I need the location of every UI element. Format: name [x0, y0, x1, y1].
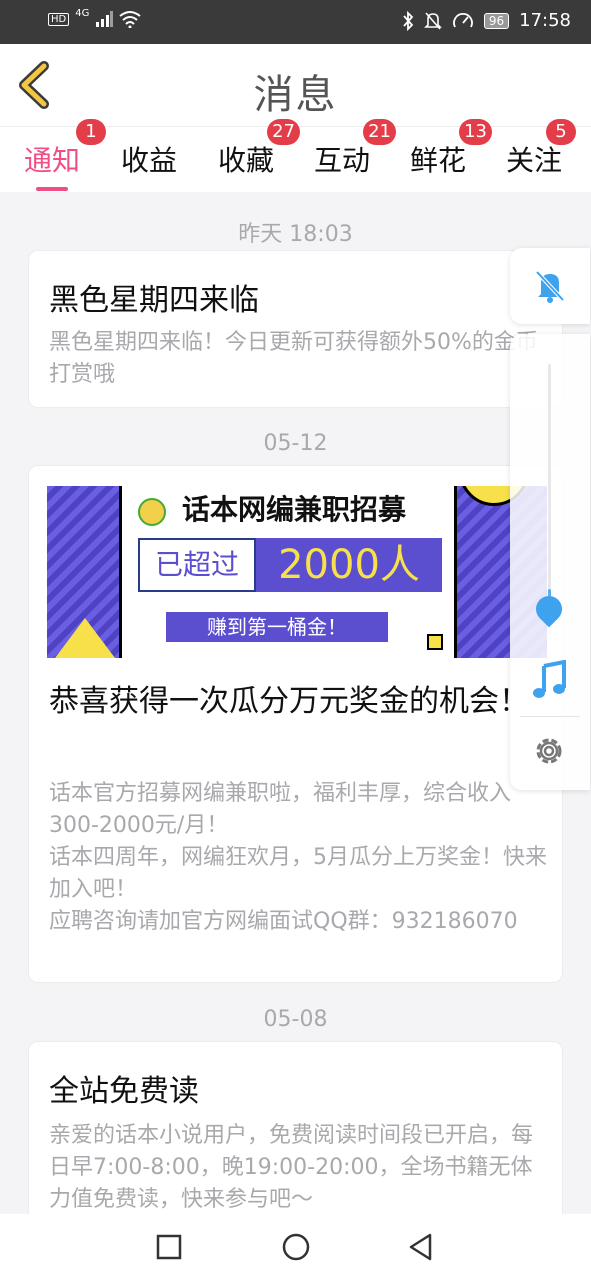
tab-interaction[interactable]: 互动 21 [314, 119, 397, 179]
status-left: HD 4G [48, 7, 141, 28]
status-bar: HD 4G 96 17:58 [0, 0, 591, 44]
banner-headline: 话本网编兼职招募 [182, 493, 407, 526]
badge: 27 [267, 119, 301, 145]
message-title: 黑色星期四来临 [49, 283, 259, 318]
recent-apps-icon[interactable] [156, 1234, 182, 1260]
message-body: 话本官方招募网编兼职啦，福利丰厚，综合收入300-2000元/月！ 话本四周年，… [49, 778, 549, 938]
silent-bell-icon [423, 11, 442, 30]
volume-slider[interactable] [548, 364, 551, 614]
tab-label: 收益 [121, 144, 178, 177]
message-card[interactable]: 话本网编兼职招募 已超过 2000人 赚到第一桶金！ 恭喜获得一次瓜分万元奖金的… [28, 465, 563, 983]
banner-label: 已超过 [138, 538, 256, 592]
status-right: 96 17:58 [402, 10, 571, 31]
message-date: 05-12 [263, 431, 328, 456]
tab-label: 互动 [314, 144, 371, 177]
promo-banner[interactable]: 话本网编兼职招募 已超过 2000人 赚到第一桶金！ [47, 486, 547, 658]
badge: 13 [459, 119, 493, 145]
message-body-line: 应聘咨询请加官方网编面试QQ群：932186070 [49, 909, 518, 934]
battery-level: 96 [483, 12, 510, 29]
status-time: 17:58 [519, 10, 571, 31]
badge: 5 [546, 119, 577, 145]
message-body: 黑色星期四来临！今日更新可获得额外50%的金币打赏哦 [49, 330, 538, 387]
hd-indicator: HD [48, 12, 70, 26]
badge: 1 [76, 119, 107, 145]
mute-notifications-panel[interactable] [510, 248, 590, 324]
tab-flowers[interactable]: 鲜花 13 [410, 119, 493, 179]
tab-notifications[interactable]: 通知 1 [24, 119, 107, 191]
app-header: 消息 [0, 44, 591, 126]
tab-label: 收藏 [218, 144, 275, 177]
message-body-line: 话本四周年，网编狂欢月，5月瓜分上万奖金！快来加入吧！ [49, 845, 547, 902]
back-icon[interactable] [408, 1233, 434, 1261]
message-body: 亲爱的话本小说用户，免费阅读时间段已开启，每日早7:00-8:00，晚19:00… [49, 1123, 534, 1212]
banner-decoration [427, 634, 443, 650]
tab-label: 关注 [506, 144, 563, 177]
music-note-icon[interactable] [530, 660, 568, 700]
message-title: 恭喜获得一次瓜分万元奖金的机会！ [49, 684, 529, 719]
badge: 21 [363, 119, 397, 145]
page-title: 消息 [253, 72, 338, 118]
home-icon[interactable] [282, 1233, 310, 1261]
message-date: 昨天 18:03 [238, 222, 353, 247]
volume-slider-knob[interactable] [530, 590, 568, 628]
tab-label: 通知 [24, 144, 81, 177]
banner-panel: 话本网编兼职招募 已超过 2000人 赚到第一桶金！ [119, 486, 457, 658]
bluetooth-icon [403, 10, 414, 31]
speedometer-icon [452, 12, 473, 27]
tab-following[interactable]: 关注 5 [506, 119, 577, 179]
banner-subline: 赚到第一桶金！ [166, 612, 388, 642]
message-date: 05-08 [263, 1007, 328, 1032]
system-nav-bar [0, 1214, 591, 1280]
signal-icon [96, 11, 114, 27]
network-gen: 4G [75, 7, 90, 19]
app-logo-icon [138, 498, 166, 526]
volume-panel [510, 334, 590, 790]
bell-muted-icon[interactable] [532, 268, 568, 304]
wifi-icon [119, 11, 141, 28]
banner-decoration [55, 618, 115, 658]
message-title: 全站免费读 [49, 1074, 199, 1109]
tab-earnings[interactable]: 收益 [121, 139, 177, 179]
divider [520, 716, 580, 717]
tab-label: 鲜花 [410, 144, 467, 177]
tab-bar: 通知 1 收益 收藏 27 互动 21 鲜花 13 关注 5 [0, 119, 591, 192]
message-card[interactable]: 全站免费读 亲爱的话本小说用户，免费阅读时间段已开启，每日早7:00-8:00，… [28, 1041, 563, 1241]
gear-icon[interactable] [532, 734, 566, 768]
message-body-line: 话本官方招募网编兼职啦，福利丰厚，综合收入300-2000元/月！ [49, 781, 512, 838]
banner-count: 2000人 [256, 538, 442, 592]
tab-favorites[interactable]: 收藏 27 [218, 119, 301, 179]
message-card[interactable]: 黑色星期四来临 黑色星期四来临！今日更新可获得额外50%的金币打赏哦 [28, 250, 563, 408]
active-tab-indicator [36, 187, 69, 191]
